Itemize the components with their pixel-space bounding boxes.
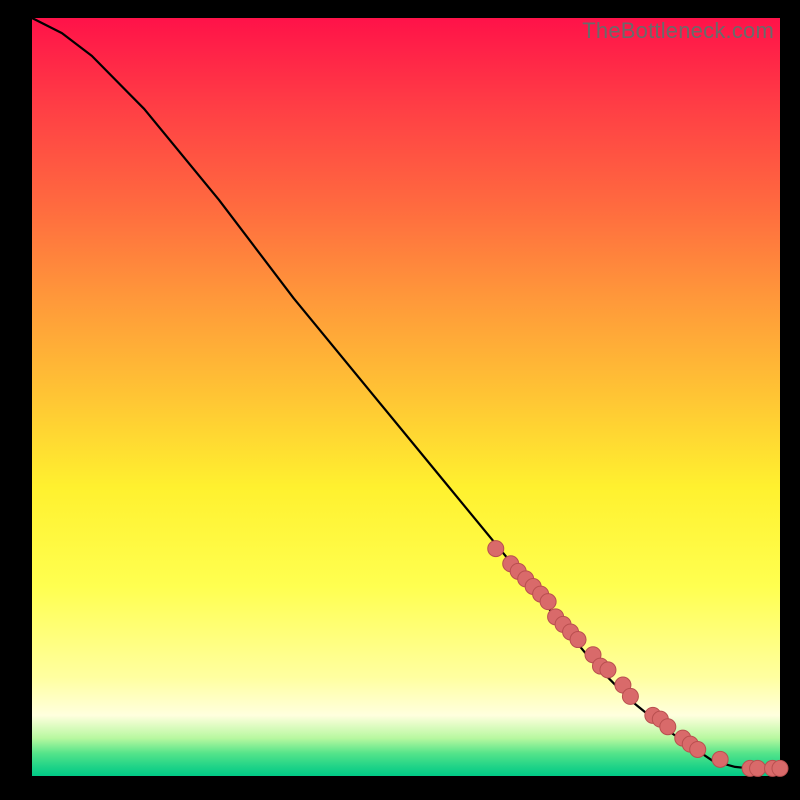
bottleneck-curve (32, 18, 780, 768)
chart-stage: TheBottleneck.com (0, 0, 800, 800)
highlight-point (772, 760, 788, 776)
highlight-point (750, 760, 766, 776)
chart-plot-area: TheBottleneck.com (32, 18, 780, 776)
highlight-point (540, 594, 556, 610)
highlight-point (660, 719, 676, 735)
highlighted-points-group (488, 541, 788, 777)
highlight-point (488, 541, 504, 557)
highlight-point (622, 688, 638, 704)
chart-overlay (32, 18, 780, 776)
highlight-point (600, 662, 616, 678)
highlight-point (690, 741, 706, 757)
highlight-point (712, 751, 728, 767)
highlight-point (570, 632, 586, 648)
